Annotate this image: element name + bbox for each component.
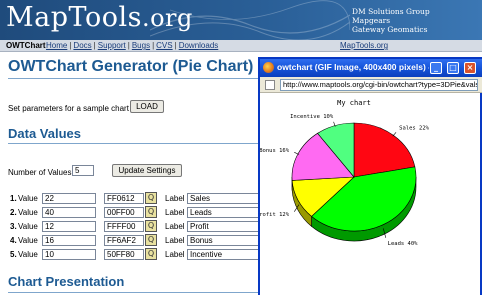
color-picker-icon[interactable]: Q (145, 248, 157, 260)
value-label: Value (18, 236, 38, 245)
row-index: 4. (10, 236, 17, 245)
address-bar: http://www.maptools.org/cgi-bin/owtchart… (260, 77, 482, 93)
nav-link-docs[interactable]: Docs (73, 41, 91, 50)
maptools-link[interactable]: MapTools.org (340, 40, 388, 51)
value-row: 4. Value Q Label (0, 234, 267, 248)
label-label: Label (165, 194, 185, 203)
sponsor-list: DM Solutions Group Mapgears Gateway Geom… (352, 7, 430, 34)
section-divider (8, 143, 258, 144)
title-divider (8, 78, 258, 79)
value-label: Value (18, 194, 38, 203)
data-values-heading: Data Values (8, 126, 81, 141)
logo-suffix: .org (141, 4, 193, 32)
row-index: 5. (10, 250, 17, 259)
sponsor-item[interactable]: DM Solutions Group (352, 7, 430, 16)
url-field[interactable]: http://www.maptools.org/cgi-bin/owtchart… (280, 79, 478, 91)
value-label: Value (18, 208, 38, 217)
color-picker-icon[interactable]: Q (145, 192, 157, 204)
color-picker-icon[interactable]: Q (145, 206, 157, 218)
num-values-label: Number of Values (8, 168, 72, 177)
close-button[interactable]: × (464, 62, 476, 74)
label-input[interactable] (187, 221, 267, 232)
nav-link-support[interactable]: Support (98, 41, 126, 50)
pie-slice-label: Incentive 10% (290, 114, 334, 120)
color-picker-icon[interactable]: Q (145, 234, 157, 246)
color-input[interactable] (104, 235, 144, 246)
row-index: 3. (10, 222, 17, 231)
pie-slice-label: Profit 12% (260, 212, 290, 218)
maptools-logo[interactable]: MapTools.org (6, 1, 193, 35)
label-label: Label (165, 222, 185, 231)
page-title: OWTChart Generator (Pie Chart) (8, 58, 254, 75)
value-input[interactable] (42, 221, 96, 232)
color-input[interactable] (104, 193, 144, 204)
pie-slice-label: Bonus 16% (260, 148, 290, 154)
page-icon (265, 80, 275, 90)
load-button[interactable]: LOAD (130, 100, 164, 113)
nav-brand: OWTChart (6, 41, 46, 50)
label-label: Label (165, 208, 185, 217)
popup-title: owtchart (GIF Image, 400x400 pixels) - S… (277, 62, 429, 72)
value-row: 2. Value Q Label (0, 206, 267, 220)
leader-line (392, 132, 397, 137)
minimize-button[interactable]: _ (430, 62, 442, 74)
nav-link-bugs[interactable]: Bugs (132, 41, 150, 50)
pie-slice-label: Sales 22% (399, 126, 429, 132)
firefox-icon (263, 62, 274, 73)
maximize-button[interactable]: □ (447, 62, 459, 74)
label-label: Label (165, 250, 185, 259)
num-values-input[interactable] (72, 165, 94, 176)
value-label: Value (18, 250, 38, 259)
chart-popup-window[interactable]: owtchart (GIF Image, 400x400 pixels) - S… (258, 57, 482, 295)
color-input[interactable] (104, 249, 144, 260)
value-label: Value (18, 222, 38, 231)
sample-prompt: Set parameters for a sample chart ? (8, 104, 136, 113)
chart-title: My chart (337, 99, 371, 107)
row-index: 2. (10, 208, 17, 217)
row-index: 1. (10, 194, 17, 203)
update-settings-button[interactable]: Update Settings (112, 164, 182, 177)
value-row: 1. Value Q Label (0, 192, 267, 206)
value-row: 3. Value Q Label (0, 220, 267, 234)
color-input[interactable] (104, 221, 144, 232)
value-input[interactable] (42, 193, 96, 204)
label-input[interactable] (187, 207, 267, 218)
site-banner: MapTools.org DM Solutions Group Mapgears… (0, 0, 482, 40)
popup-titlebar[interactable]: owtchart (GIF Image, 400x400 pixels) - S… (260, 59, 482, 77)
label-input[interactable] (187, 249, 267, 260)
value-row: 5. Value Q Label (0, 248, 267, 262)
color-picker-icon[interactable]: Q (145, 220, 157, 232)
value-input[interactable] (42, 235, 96, 246)
nav-link-home[interactable]: Home (46, 41, 67, 50)
nav-link-downloads[interactable]: Downloads (179, 41, 219, 50)
label-input[interactable] (187, 235, 267, 246)
value-input[interactable] (42, 207, 96, 218)
pie-slice-label: Leads 40% (388, 241, 418, 247)
nav-bar: OWTChart Home | Docs | Support | Bugs | CVS | Down… (0, 40, 482, 52)
nav-link-cvs[interactable]: CVS (156, 41, 172, 50)
value-input[interactable] (42, 249, 96, 260)
label-input[interactable] (187, 193, 267, 204)
section-divider (8, 292, 258, 293)
label-label: Label (165, 236, 185, 245)
sponsor-item[interactable]: Gateway Geomatics (352, 25, 430, 34)
nav-links: Home | Docs | Support | Bugs | CVS | Downloads (46, 41, 219, 50)
sponsor-item[interactable]: Mapgears (352, 16, 430, 25)
pie-chart: My chart Sales 22% Leads 40% Profit 12% Bon… (260, 99, 430, 247)
logo-text: MapTools (6, 2, 142, 33)
color-input[interactable] (104, 207, 144, 218)
chart-presentation-heading: Chart Presentation (8, 274, 125, 289)
